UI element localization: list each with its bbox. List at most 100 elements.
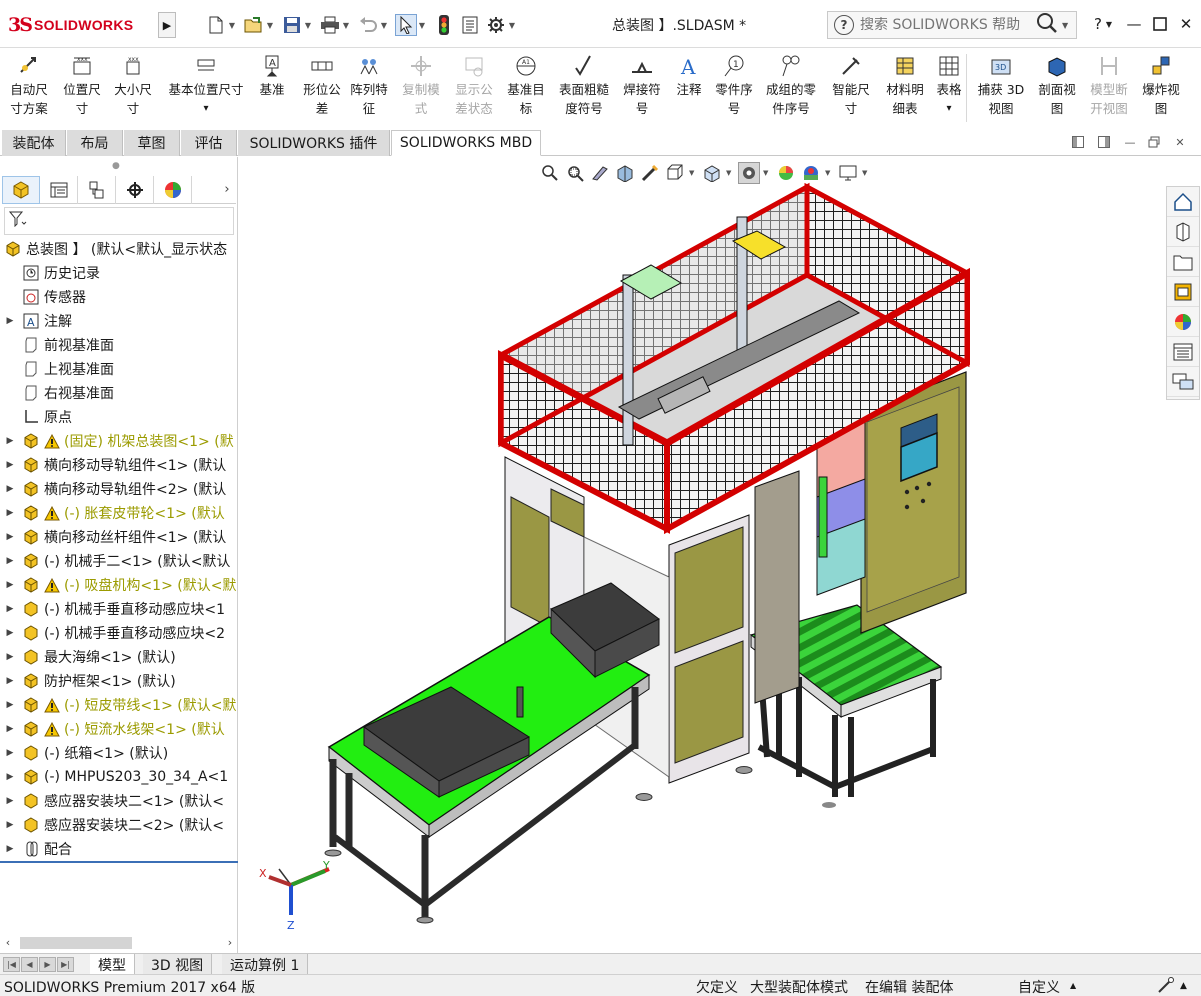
datum-target-button[interactable]: A1 基准目 标 [504, 54, 548, 118]
tree-item[interactable]: ▶ (-) 机械手二<1> (默认<默认 [0, 549, 238, 573]
expand-arrow-icon[interactable]: ▶ [4, 484, 16, 494]
solidworks-resources-home-icon[interactable] [1167, 187, 1199, 217]
solidworks-forum-icon[interactable] [1167, 367, 1199, 397]
units-selector[interactable]: 自定义 [1018, 977, 1060, 996]
expand-arrow-icon[interactable]: ▶ [4, 316, 16, 326]
dimxpertmanager-tab-icon[interactable] [116, 176, 154, 204]
expand-arrow-icon[interactable]: ▶ [4, 532, 16, 542]
scroll-thumb[interactable] [20, 937, 132, 949]
maximize-window-icon[interactable] [1148, 12, 1172, 36]
options-dropdown-icon[interactable]: ▼ [507, 21, 517, 30]
tree-root-assembly[interactable]: 总装图 】 (默认<默认_显示状态 [0, 237, 238, 261]
tab-evaluate[interactable]: 评估 [181, 130, 237, 156]
tree-item[interactable]: ▶ (-) 机械手垂直移动感应块<2 [0, 621, 238, 645]
tree-item[interactable]: ▶ 配合 [0, 837, 238, 861]
tree-item[interactable]: ▶ (-) 胀套皮带轮<1> (默认 [0, 501, 238, 525]
tab-mbd[interactable]: SOLIDWORKS MBD [391, 130, 541, 156]
bom-button[interactable]: 材料明 细表 [880, 54, 930, 118]
expand-arrow-icon[interactable]: ▶ [4, 556, 16, 566]
expand-arrow-icon[interactable]: ▶ [4, 772, 16, 782]
undo-dropdown-icon[interactable]: ▼ [379, 21, 389, 30]
tree-item[interactable]: ▶ 感应器安装块二<2> (默认< [0, 813, 238, 837]
tab-addins[interactable]: SOLIDWORKS 插件 [238, 130, 390, 156]
print-icon[interactable] [319, 14, 341, 36]
status-bar-options-icon[interactable] [1158, 977, 1176, 996]
tree-item[interactable]: 右视基准面 [0, 381, 238, 405]
tree-item[interactable]: ▶ 防护框架<1> (默认) [0, 669, 238, 693]
auto-dimension-button[interactable]: 自动尺 寸方案 [4, 54, 54, 118]
tree-horizontal-scrollbar[interactable]: ‹ › [0, 933, 238, 951]
tree-item[interactable]: 历史记录 [0, 261, 238, 285]
balloon-button[interactable]: 1 零件序 号 [710, 54, 758, 118]
propertymanager-tab-icon[interactable] [40, 176, 78, 204]
select-cursor-icon[interactable] [395, 14, 417, 36]
location-dimension-button[interactable]: xxx 位置尺 寸 [58, 54, 106, 118]
open-dropdown-icon[interactable]: ▼ [265, 21, 275, 30]
command-dropdown-icon[interactable]: ▾ [946, 99, 951, 118]
assembly-3d-model[interactable] [239, 157, 1201, 953]
configurationmanager-tab-icon[interactable] [78, 176, 116, 204]
copy-scheme-button[interactable]: 复制模 式 [398, 54, 444, 118]
tab-motion-study[interactable]: 运动算例 1 [222, 954, 309, 975]
tree-item[interactable]: ▶ 横向移动丝杆组件<1> (默认 [0, 525, 238, 549]
scroll-right-icon[interactable]: › [222, 936, 238, 949]
tree-item[interactable]: ▶ (-) 短流水线架<1> (默认 [0, 717, 238, 741]
minimize-window-icon[interactable]: — [1122, 12, 1146, 36]
solidworks-logo[interactable]: 3S SOLIDWORKS [8, 10, 156, 40]
first-tab-arrow-icon[interactable]: |◀ [3, 957, 20, 972]
tab-model[interactable]: 模型 [90, 954, 135, 975]
viewport-tile-left-icon[interactable] [1070, 134, 1086, 150]
expand-arrow-icon[interactable]: ▶ [4, 436, 16, 446]
tab-assembly[interactable]: 装配体 [2, 130, 66, 156]
new-dropdown-icon[interactable]: ▼ [227, 21, 237, 30]
status-bar-options-dropdown-icon[interactable]: ▲ [1180, 981, 1187, 991]
viewport-restore-icon[interactable] [1146, 134, 1162, 150]
tree-item[interactable]: 前视基准面 [0, 333, 238, 357]
tree-item[interactable]: ▶ (固定) 机架总装图<1> (默 [0, 429, 238, 453]
displaymanager-tab-icon[interactable] [154, 176, 192, 204]
tree-filter-bar[interactable] [4, 207, 234, 235]
surface-finish-button[interactable]: 表面粗糙 度符号 [554, 54, 614, 118]
capture-3d-view-button[interactable]: 3D 捕获 3D 视图 [974, 54, 1028, 118]
viewport-close-icon[interactable]: ✕ [1172, 134, 1188, 150]
appearances-scenes-icon[interactable] [1167, 307, 1199, 337]
break-view-button[interactable]: 模型断 开视图 [1085, 54, 1133, 118]
expand-arrow-icon[interactable]: ▶ [4, 460, 16, 470]
tree-item[interactable]: ▶ A 注解 [0, 309, 238, 333]
section-view-button[interactable]: 剖面视 图 [1033, 54, 1081, 118]
help-search-input[interactable] [860, 17, 1030, 33]
tree-item[interactable]: ▶ 最大海绵<1> (默认) [0, 645, 238, 669]
tree-item[interactable]: ▶ (-) 短皮带线<1> (默认<默 [0, 693, 238, 717]
expand-arrow-icon[interactable]: ▶ [4, 508, 16, 518]
command-dropdown-icon[interactable]: ▾ [203, 99, 208, 118]
new-document-icon[interactable] [205, 14, 227, 36]
tree-item[interactable]: ▶ (-) MHPUS203_30_34_A<1 [0, 765, 238, 789]
tree-item[interactable]: 原点 [0, 405, 238, 429]
open-document-icon[interactable] [243, 14, 265, 36]
close-window-icon[interactable]: ✕ [1174, 12, 1198, 36]
scroll-left-icon[interactable]: ‹ [0, 936, 16, 949]
tab-3d-views[interactable]: 3D 视图 [143, 954, 213, 975]
stacked-balloon-button[interactable]: 成组的零 件序号 [760, 54, 822, 118]
print-dropdown-icon[interactable]: ▼ [341, 21, 351, 30]
expand-arrow-icon[interactable]: ▶ [4, 796, 16, 806]
menu-expand-arrow-icon[interactable]: ▶ [158, 12, 176, 38]
select-dropdown-icon[interactable]: ▼ [417, 21, 427, 30]
undo-icon[interactable] [357, 14, 379, 36]
last-tab-arrow-icon[interactable]: ▶| [57, 957, 74, 972]
table-button[interactable]: 表格 ▾ [934, 54, 964, 118]
previous-tab-arrow-icon[interactable]: ◀ [21, 957, 38, 972]
smart-dimension-button[interactable]: 智能尺 寸 [826, 54, 876, 118]
tree-item[interactable]: ▶ (-) 机械手垂直移动感应块<1 [0, 597, 238, 621]
tree-item[interactable]: ▶ 横向移动导轨组件<2> (默认 [0, 477, 238, 501]
panel-tabs-more-chevron-icon[interactable]: › [218, 176, 236, 203]
filter-funnel-icon[interactable] [8, 211, 27, 231]
tree-item[interactable]: 传感器 [0, 285, 238, 309]
options-gear-icon[interactable] [485, 14, 507, 36]
expand-arrow-icon[interactable]: ▶ [4, 676, 16, 686]
viewport-tile-right-icon[interactable] [1096, 134, 1112, 150]
custom-properties-icon[interactable] [1167, 337, 1199, 367]
expand-arrow-icon[interactable]: ▶ [4, 652, 16, 662]
expand-arrow-icon[interactable]: ▶ [4, 628, 16, 638]
file-properties-icon[interactable] [459, 14, 481, 36]
